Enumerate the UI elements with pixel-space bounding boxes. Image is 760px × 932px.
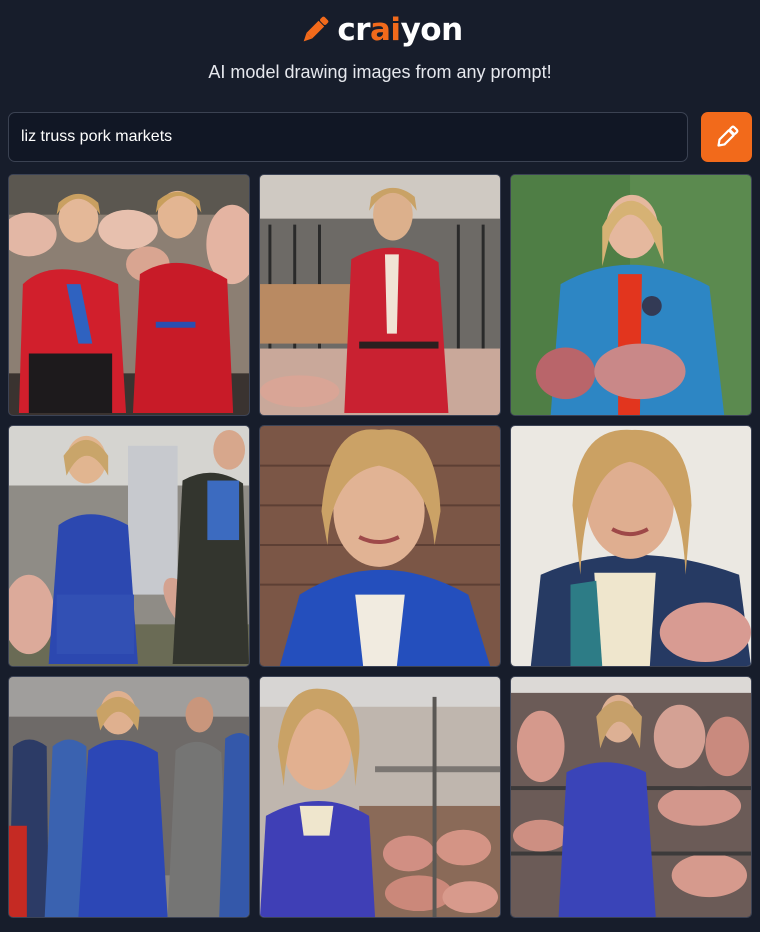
result-image-2-picture (260, 175, 500, 415)
logo-text-end: yon (400, 12, 464, 48)
result-image-9[interactable] (510, 676, 752, 918)
result-image-6-picture (511, 426, 751, 666)
result-image-4[interactable] (8, 425, 250, 667)
result-image-5[interactable] (259, 425, 501, 667)
result-image-3[interactable] (510, 174, 752, 416)
result-image-5-picture (260, 426, 500, 666)
logo-text-accent: ai (370, 12, 401, 48)
result-image-7-picture (9, 677, 249, 917)
result-image-9-picture (511, 677, 751, 917)
logo-wordmark[interactable]: craiyon (337, 12, 464, 48)
result-image-8[interactable] (259, 676, 501, 918)
results-grid (8, 174, 752, 918)
logo-text-start: cr (337, 12, 371, 48)
prompt-input[interactable] (8, 112, 688, 162)
result-image-1-picture (9, 175, 249, 415)
result-image-4-picture (9, 426, 249, 666)
result-image-7[interactable] (8, 676, 250, 918)
header: craiyon (0, 8, 760, 52)
draw-button[interactable] (701, 112, 752, 162)
result-image-6[interactable] (510, 425, 752, 667)
pencil-icon (304, 16, 329, 42)
result-image-3-picture (511, 175, 751, 415)
result-image-2[interactable] (259, 174, 501, 416)
pencil-icon (716, 125, 738, 147)
result-image-8-picture (260, 677, 500, 917)
prompt-bar (8, 112, 752, 162)
tagline: AI model drawing images from any prompt! (208, 62, 552, 82)
result-image-1[interactable] (8, 174, 250, 416)
craiyon-app: craiyon AI model drawing images from any… (0, 0, 760, 932)
